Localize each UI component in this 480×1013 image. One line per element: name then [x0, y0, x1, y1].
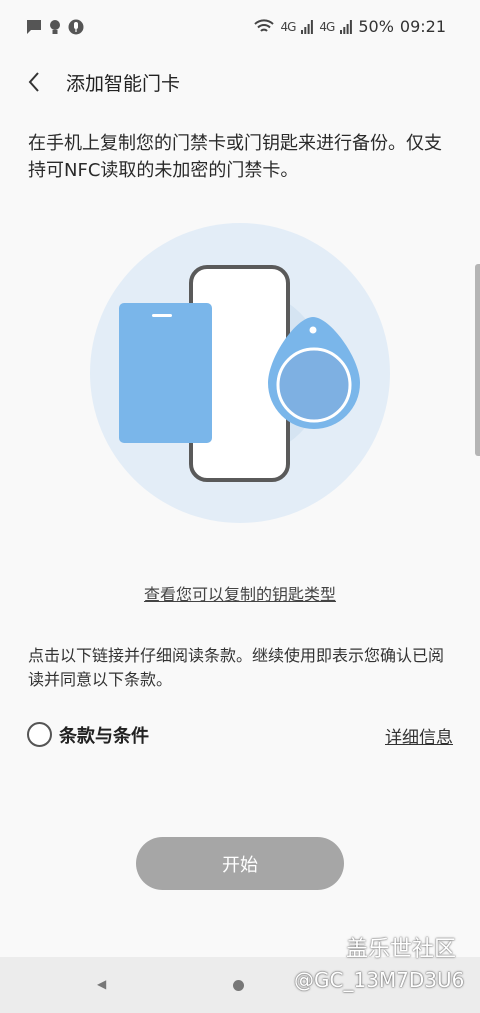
page-title: 添加智能门卡	[66, 73, 181, 95]
notification-icons	[26, 19, 84, 35]
back-button[interactable]	[16, 64, 52, 100]
signal-bars-icon	[340, 19, 353, 34]
scroll-handle[interactable]	[475, 264, 480, 456]
chevron-left-icon	[28, 72, 39, 92]
watermark-user: @GC_13M7D3U6	[294, 968, 465, 992]
signal-2-label: 4G	[319, 19, 335, 34]
battery-level: 50%	[358, 17, 394, 36]
signal-bars-icon	[301, 19, 314, 34]
nav-back-icon[interactable]: ◀	[97, 977, 106, 991]
message-icon	[27, 20, 41, 34]
details-link[interactable]: 详细信息	[385, 723, 453, 748]
system-status: 4G 4G 50% 09:21	[254, 17, 446, 36]
terms-row: 条款与条件 详细信息	[27, 720, 453, 750]
app-bar: 添加智能门卡	[0, 58, 480, 104]
card-slot-shape	[152, 314, 172, 317]
terms-checkbox[interactable]	[27, 722, 52, 747]
status-bar: 4G 4G 50% 09:21	[0, 0, 480, 58]
key-types-link[interactable]: 查看您可以复制的钥匙类型	[0, 581, 480, 605]
signal-1-label: 4G	[280, 19, 296, 34]
key-fob-ring-shape	[276, 347, 352, 423]
wifi-icon	[254, 18, 275, 32]
terms-label[interactable]: 条款与条件	[59, 722, 149, 748]
terms-notice: 点击以下链接并仔细阅读条款。继续使用即表示您确认已阅读并同意以下条款。	[28, 646, 445, 689]
microphone-icon	[68, 19, 84, 35]
access-card-shape	[119, 303, 212, 443]
door-card-illustration	[90, 223, 390, 523]
start-button[interactable]: 开始	[136, 837, 344, 890]
watermark-brand: 盖乐世社区	[346, 937, 457, 962]
nav-home-icon[interactable]	[233, 980, 244, 991]
clock: 09:21	[399, 17, 446, 36]
bulb-icon	[50, 20, 60, 34]
key-fob-hole-shape	[309, 326, 317, 334]
description-text: 在手机上复制您的门禁卡或门钥匙来进行备份。仅支持可NFC读取的未加密的门禁卡。	[28, 133, 442, 181]
